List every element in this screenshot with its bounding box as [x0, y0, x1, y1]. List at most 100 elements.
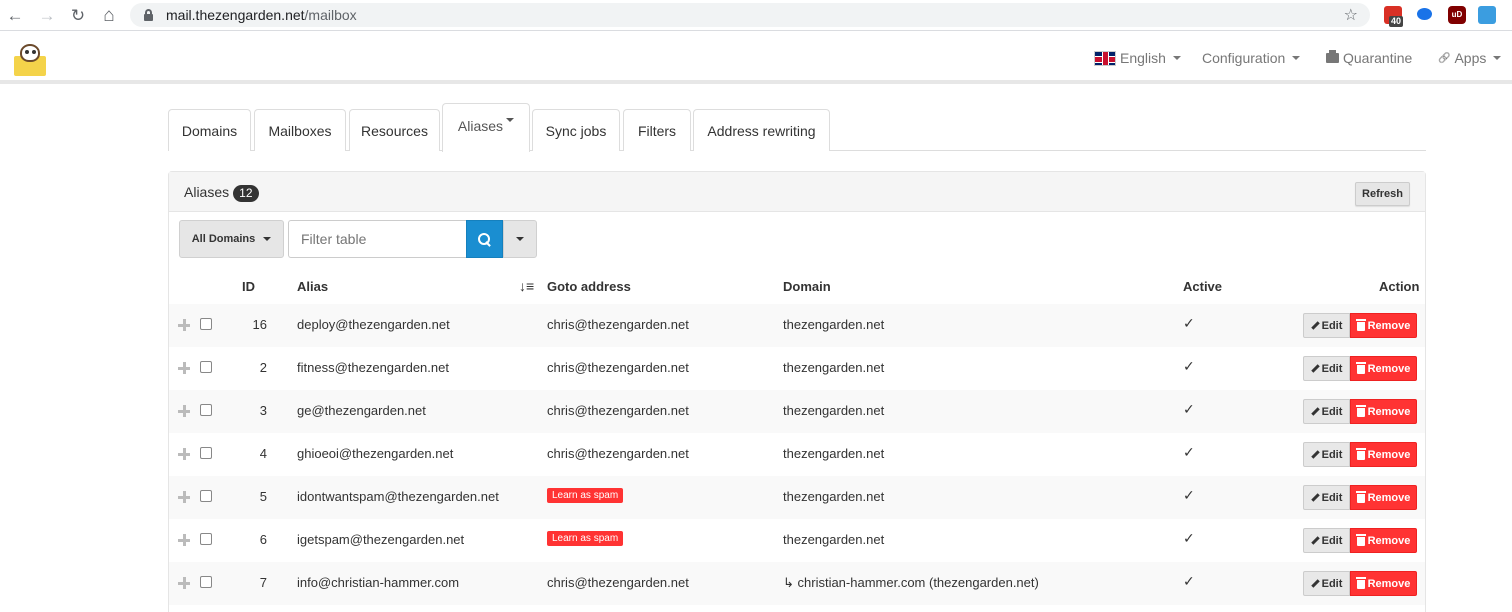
- chevron-down-icon: [263, 237, 272, 241]
- configuration-label: Configuration: [1202, 50, 1286, 66]
- pencil-icon: [1310, 364, 1320, 373]
- tab-sync-jobs[interactable]: Sync jobs: [532, 109, 620, 151]
- lock-icon[interactable]: [144, 9, 153, 21]
- alias-domain: thezengarden.net: [783, 489, 885, 504]
- domain-filter-label: All Domains: [191, 233, 256, 245]
- home-icon[interactable]: ⌂: [98, 4, 120, 26]
- column-header-id[interactable]: ID: [242, 279, 255, 294]
- tab-filters[interactable]: Filters: [623, 109, 691, 151]
- search-button[interactable]: [466, 220, 503, 258]
- remove-button[interactable]: Remove: [1350, 356, 1417, 381]
- chat-extension-icon[interactable]: [1416, 6, 1434, 24]
- reload-icon[interactable]: ↻: [67, 4, 89, 26]
- chevron-down-icon: [506, 118, 515, 122]
- tab-resources[interactable]: Resources: [349, 109, 440, 151]
- domain-filter-dropdown[interactable]: All Domains: [179, 220, 284, 258]
- table-row: 4 ghioeoi@thezengarden.net chris@thezeng…: [169, 433, 1425, 476]
- alias-address: ghioeoi@thezengarden.net: [297, 446, 454, 461]
- alias-domain: ↳ christian-hammer.com (thezengarden.net…: [783, 575, 1039, 590]
- learn-as-spam-label: Learn as spam: [547, 531, 624, 546]
- tab-mailboxes[interactable]: Mailboxes: [254, 109, 346, 151]
- edit-label: Edit: [1321, 448, 1343, 461]
- goto-address: chris@thezengarden.net: [547, 403, 689, 418]
- sort-ascending-icon[interactable]: ↓≡: [519, 278, 534, 294]
- chevron-down-icon: [516, 237, 524, 241]
- edit-button[interactable]: Edit: [1303, 528, 1350, 553]
- panel-title: Aliases 12: [184, 184, 259, 202]
- expand-row-icon[interactable]: [178, 577, 190, 589]
- expand-row-icon[interactable]: [178, 362, 190, 374]
- pencil-icon: [1310, 579, 1320, 588]
- alias-domain: thezengarden.net: [783, 317, 885, 332]
- tab-domains[interactable]: Domains: [168, 109, 251, 151]
- language-menu[interactable]: English: [1094, 50, 1181, 66]
- back-icon[interactable]: ←: [4, 4, 26, 26]
- edit-button[interactable]: Edit: [1303, 356, 1350, 381]
- remove-button[interactable]: Remove: [1350, 399, 1417, 424]
- edit-label: Edit: [1321, 319, 1343, 332]
- alias-id: 6: [259, 532, 267, 547]
- language-label: English: [1120, 50, 1166, 66]
- alias-domain: thezengarden.net: [783, 532, 885, 547]
- bookmark-star-icon[interactable]: ☆: [1344, 5, 1358, 25]
- column-header-action: Action: [1379, 279, 1420, 294]
- chevron-down-icon: [1292, 56, 1301, 60]
- expand-row-icon[interactable]: [178, 405, 190, 417]
- edit-button[interactable]: Edit: [1303, 571, 1350, 596]
- active-check-icon: ✓: [1183, 315, 1195, 331]
- active-check-icon: ✓: [1183, 358, 1195, 374]
- column-header-active[interactable]: Active: [1183, 279, 1222, 294]
- tab-address-rewriting[interactable]: Address rewriting: [693, 109, 830, 151]
- column-header-goto[interactable]: Goto address: [547, 279, 631, 294]
- edit-button[interactable]: Edit: [1303, 399, 1350, 424]
- expand-row-icon[interactable]: [178, 319, 190, 331]
- alias-domain: thezengarden.net: [783, 446, 885, 461]
- column-header-domain[interactable]: Domain: [783, 279, 831, 294]
- table-row: 3 ge@thezengarden.net chris@thezengarden…: [169, 390, 1425, 433]
- pencil-icon: [1310, 407, 1320, 416]
- edit-button[interactable]: Edit: [1303, 442, 1350, 467]
- forward-icon[interactable]: →: [36, 4, 58, 26]
- remove-button[interactable]: Remove: [1350, 442, 1417, 467]
- quarantine-label: Quarantine: [1343, 50, 1413, 66]
- tab-aliases-label: Aliases: [457, 118, 504, 134]
- trash-icon: [1355, 577, 1366, 589]
- remove-button[interactable]: Remove: [1350, 528, 1417, 553]
- url-path: /mailbox: [304, 7, 357, 23]
- camera-extension-icon[interactable]: [1478, 6, 1496, 24]
- trash-icon: [1355, 448, 1366, 460]
- edit-label: Edit: [1321, 362, 1343, 375]
- remove-button[interactable]: Remove: [1350, 485, 1417, 510]
- active-check-icon: ✓: [1183, 530, 1195, 546]
- remove-button[interactable]: Remove: [1350, 313, 1417, 338]
- mailcow-logo[interactable]: [12, 42, 48, 76]
- table-row: 16 deploy@thezengarden.net chris@thezeng…: [169, 304, 1425, 347]
- expand-row-icon[interactable]: [178, 534, 190, 546]
- alias-id: 7: [259, 575, 267, 590]
- configuration-menu[interactable]: Configuration: [1202, 50, 1301, 66]
- expand-row-icon[interactable]: [178, 491, 190, 503]
- alias-id: 5: [259, 489, 267, 504]
- remove-label: Remove: [1367, 319, 1411, 332]
- search-options-dropdown[interactable]: [503, 220, 537, 258]
- edit-label: Edit: [1321, 491, 1343, 504]
- refresh-button[interactable]: Refresh: [1355, 182, 1410, 206]
- trash-icon: [1355, 534, 1366, 546]
- remove-button[interactable]: Remove: [1350, 571, 1417, 596]
- active-check-icon: ✓: [1183, 444, 1195, 460]
- expand-row-icon[interactable]: [178, 448, 190, 460]
- apps-menu[interactable]: 🔗 Apps: [1438, 50, 1502, 66]
- tab-aliases[interactable]: Aliases: [442, 103, 530, 152]
- goto-address: chris@thezengarden.net: [547, 360, 689, 375]
- quarantine-icon: [1326, 50, 1339, 63]
- address-bar[interactable]: mail.thezengarden.net/mailbox ☆: [130, 3, 1370, 27]
- edit-button[interactable]: Edit: [1303, 485, 1350, 510]
- url-text[interactable]: mail.thezengarden.net/mailbox: [166, 7, 357, 23]
- column-header-alias[interactable]: Alias: [297, 279, 328, 294]
- alias-id: 3: [259, 403, 267, 418]
- quarantine-link[interactable]: Quarantine: [1326, 50, 1412, 66]
- ublock-extension-icon[interactable]: uD: [1448, 6, 1466, 24]
- link-icon: 🔗: [1438, 52, 1451, 64]
- filter-table-input[interactable]: [288, 220, 466, 258]
- edit-button[interactable]: Edit: [1303, 313, 1350, 338]
